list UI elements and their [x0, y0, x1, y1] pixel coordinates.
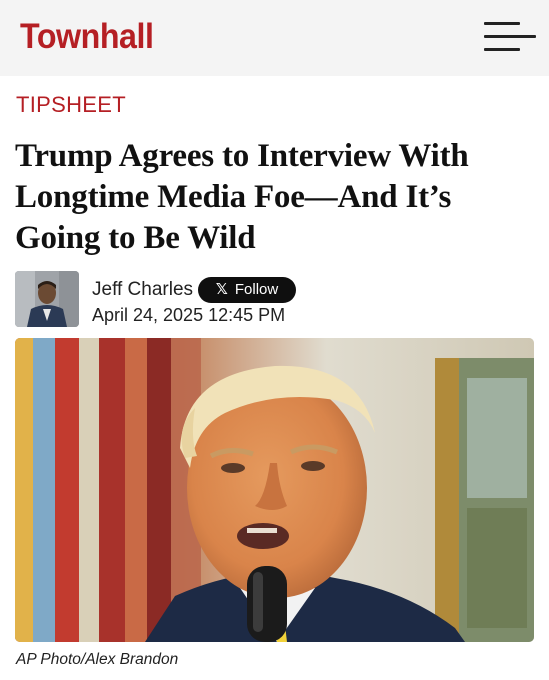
- author-name[interactable]: Jeff Charles: [92, 279, 193, 301]
- avatar-image: [15, 271, 79, 327]
- article-photo: [15, 338, 534, 642]
- section-link[interactable]: TIPSHEET: [16, 92, 126, 118]
- byline: Jeff Charles 𝕏 Follow April 24, 2025 12:…: [15, 271, 535, 329]
- photo-illustration: [15, 338, 534, 642]
- follow-button[interactable]: 𝕏 Follow: [198, 277, 296, 303]
- site-header: Townhall: [0, 0, 549, 76]
- site-logo[interactable]: Townhall: [20, 17, 154, 57]
- menu-line: [484, 35, 536, 38]
- x-logo-icon: 𝕏: [215, 281, 228, 298]
- hamburger-menu-icon[interactable]: [484, 20, 536, 54]
- article-headline: Trump Agrees to Interview With Longtime …: [15, 138, 469, 256]
- menu-line: [484, 22, 520, 25]
- photo-caption: AP Photo/Alex Brandon: [16, 651, 179, 668]
- author-avatar[interactable]: [15, 271, 79, 327]
- publish-date: April 24, 2025 12:45 PM: [92, 305, 286, 325]
- follow-label: Follow: [234, 281, 279, 298]
- menu-line: [484, 48, 520, 51]
